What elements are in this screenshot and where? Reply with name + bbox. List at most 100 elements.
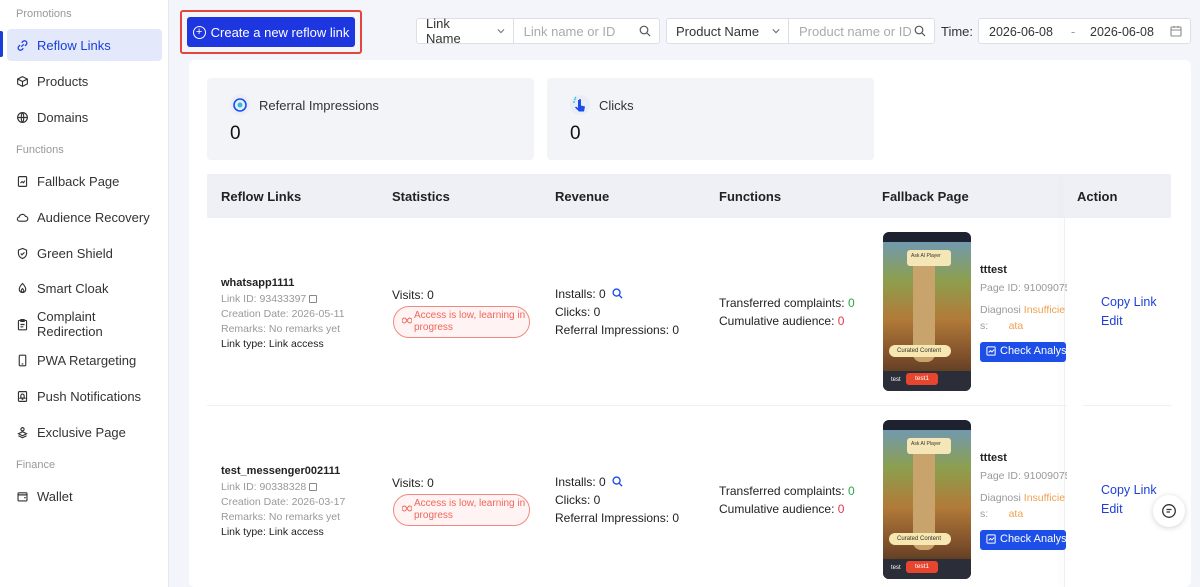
date-range-picker[interactable]: 2026-06-08 - 2026-06-08 — [978, 18, 1191, 44]
thumbnail-tab-label: test — [891, 377, 901, 383]
remarks: Remarks: No remarks yet — [221, 511, 341, 523]
stat-label: Clicks — [599, 98, 634, 113]
fallback-title: tttest — [980, 264, 1007, 276]
installs: Installs: 0 — [555, 475, 623, 489]
bell-icon — [16, 390, 29, 403]
header-functions: Functions — [719, 189, 782, 204]
chevron-down-icon — [772, 29, 780, 34]
column-clip — [1067, 218, 1083, 406]
shield-icon — [16, 247, 29, 260]
installs: Installs: 0 — [555, 287, 623, 301]
sidebar-item-label: Reflow Links — [37, 37, 111, 53]
infinity-icon — [402, 505, 412, 512]
sidebar-item-complaint-redirection[interactable]: Complaint Redirection — [7, 308, 162, 340]
link-search-input[interactable]: Link name or ID — [514, 19, 659, 43]
sidebar-item-wallet[interactable]: Wallet — [7, 480, 162, 512]
header-revenue: Revenue — [555, 189, 610, 204]
search-icon[interactable] — [612, 288, 623, 299]
sidebar-item-pwa-retargeting[interactable]: PWA Retargeting — [7, 344, 162, 376]
search-icon[interactable] — [612, 476, 623, 487]
sidebar-item-smart-cloak[interactable]: Smart Cloak — [7, 272, 162, 304]
sidebar-item-fallback-page[interactable]: Fallback Page — [7, 165, 162, 197]
sidebar-item-green-shield[interactable]: Green Shield — [7, 237, 162, 269]
header-statistics: Statistics — [392, 189, 450, 204]
warning-text: Access is low, learning in progress — [414, 498, 526, 521]
stat-value: 0 — [570, 123, 581, 144]
calendar-icon — [1170, 26, 1182, 37]
fallback-page-id: Page ID: 91009075 — [980, 282, 1071, 294]
section-finance: Finance — [16, 459, 56, 471]
check-analysis-button[interactable]: Check Analysis — [980, 530, 1066, 550]
check-analysis-button[interactable]: Check Analysis — [980, 342, 1066, 362]
copy-icon[interactable] — [309, 483, 318, 491]
link-filter-selected: Link Name — [426, 16, 461, 46]
section-promotions: Promotions — [16, 8, 72, 20]
sidebar-item-label: PWA Retargeting — [37, 352, 137, 368]
stack-icon — [16, 426, 29, 439]
search-icon[interactable] — [914, 25, 926, 37]
product-filter-select[interactable]: Product Name — [667, 19, 789, 43]
fallback-page-thumbnail[interactable]: Ask AI Player Curated Content test test1 — [883, 232, 971, 391]
sidebar-item-reflow-links[interactable]: Reflow Links — [7, 29, 162, 61]
toolbar: + Create a new reflow link Link Name Lin… — [169, 0, 1200, 60]
sidebar-item-label: Audience Recovery — [37, 209, 150, 225]
sidebar-item-products[interactable]: Products — [7, 65, 162, 97]
fallback-diagnosis: Diagnosi Insufficie — [980, 304, 1066, 316]
eye-icon — [230, 95, 250, 115]
thumbnail-tab-label: test — [891, 565, 901, 571]
sidebar-item-label: Fallback Page — [37, 173, 120, 189]
copy-link-button[interactable]: Copy Link — [1101, 483, 1157, 497]
fallback-page-thumbnail[interactable]: Ask AI Player Curated Content test test1 — [883, 420, 971, 579]
thumbnail-curated-label: Curated Content — [889, 533, 951, 545]
link-filter-select[interactable]: Link Name — [417, 16, 514, 46]
fallback-title: tttest — [980, 452, 1007, 464]
table-row: whatsapp1111 Link ID: 93433397 Creation … — [207, 218, 1171, 406]
wallet-icon — [16, 490, 29, 503]
sidebar-item-audience-recovery[interactable]: Audience Recovery — [7, 201, 162, 233]
link-id: Link ID: 90338328 — [221, 481, 318, 493]
sidebar: Promotions Reflow Links Products Domains… — [0, 0, 169, 587]
transferred-complaints: Transferred complaints: 0 — [719, 484, 855, 498]
product-search-input[interactable]: Product name or ID — [789, 19, 934, 43]
infinity-icon — [402, 317, 412, 324]
sidebar-item-label: Push Notifications — [37, 388, 142, 404]
creation-date: Creation Date: 2026-03-17 — [221, 496, 346, 508]
flame-icon — [16, 282, 29, 295]
globe-icon — [16, 111, 29, 124]
fallback-page-id: Page ID: 91009075 — [980, 470, 1071, 482]
sidebar-item-label: Exclusive Page — [37, 424, 126, 440]
clipboard-icon — [16, 318, 29, 331]
stat-card-impressions: Referral Impressions 0 — [207, 78, 534, 160]
thumbnail-curated-label: Curated Content — [889, 345, 951, 357]
product-filter-selected: Product Name — [676, 23, 760, 39]
sidebar-item-label: Domains — [37, 109, 89, 125]
check-analysis-label: Check Analysis — [1000, 345, 1066, 357]
box-icon — [16, 75, 29, 88]
copy-link-button[interactable]: Copy Link — [1101, 295, 1157, 309]
chat-bubble-icon — [1162, 504, 1176, 518]
main-content: + Create a new reflow link Link Name Lin… — [169, 0, 1200, 587]
chat-support-button[interactable] — [1153, 495, 1185, 527]
fallback-diagnosis: Diagnosi Insufficie — [980, 492, 1066, 504]
sidebar-item-exclusive-page[interactable]: Exclusive Page — [7, 416, 162, 448]
sidebar-item-label: Complaint Redirection — [37, 309, 103, 339]
edit-button[interactable]: Edit — [1101, 314, 1123, 328]
copy-icon[interactable] — [309, 295, 318, 303]
stat-card-clicks: Clicks 0 — [547, 78, 874, 160]
cumulative-audience: Cumulative audience: 0 — [719, 502, 845, 516]
edit-button[interactable]: Edit — [1101, 502, 1123, 516]
plus-circle-icon: + — [192, 25, 206, 39]
sidebar-item-label: Smart Cloak — [37, 280, 109, 296]
click-hand-icon — [570, 95, 590, 115]
referral-impressions: Referral Impressions: 0 — [555, 323, 680, 337]
thumbnail-pill: Ask AI Player — [907, 438, 951, 454]
section-functions: Functions — [16, 144, 64, 156]
header-action: Action — [1077, 189, 1118, 204]
search-icon[interactable] — [639, 25, 651, 37]
sidebar-item-domains[interactable]: Domains — [7, 101, 162, 133]
table-header: Reflow Links Statistics Revenue Function… — [207, 174, 1171, 218]
sidebar-item-push-notifications[interactable]: Push Notifications — [7, 380, 162, 412]
create-reflow-link-button[interactable]: + Create a new reflow link — [187, 17, 355, 47]
header-reflow-links: Reflow Links — [221, 189, 302, 204]
fallback-diagnosis-2: s: ata — [980, 508, 1024, 520]
